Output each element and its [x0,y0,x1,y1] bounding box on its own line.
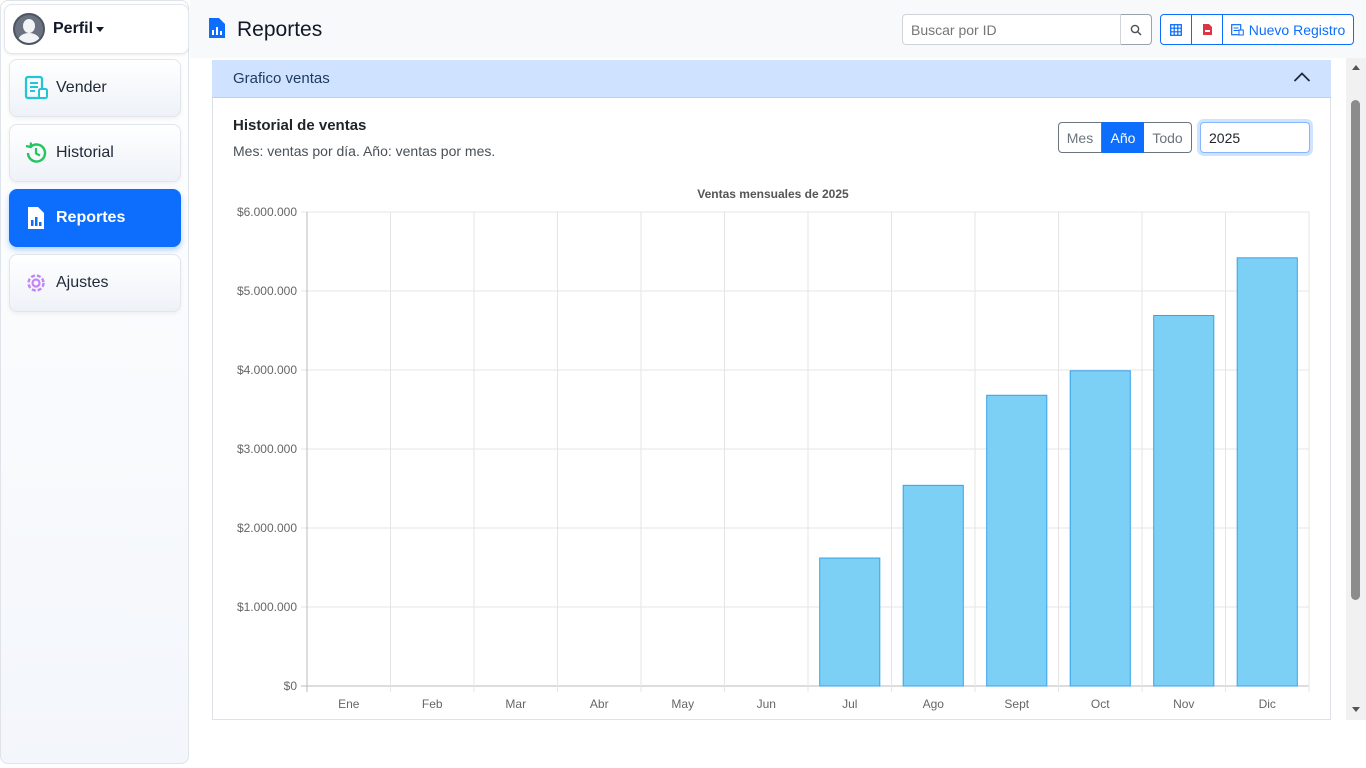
bar-sept [986,394,1048,687]
sidebar-item-label: Historial [56,144,114,161]
page-title: Reportes [237,18,323,41]
scroll-up-arrow-icon[interactable] [1352,65,1360,70]
bar-oct [1069,370,1131,687]
x-tick-label: Feb [422,697,443,711]
sidebar-item-vender[interactable]: Vender [9,59,181,117]
search-box [902,14,1152,45]
x-tick-label: Sept [1004,697,1029,711]
x-tick-label: Mar [505,697,526,711]
new-record-icon [1230,23,1244,35]
y-tick-label: $1.000.000 [237,600,297,614]
scroll-down-arrow-icon[interactable] [1352,707,1360,712]
x-tick-label: Oct [1091,697,1110,711]
profile-name: Perfil [53,20,94,37]
x-tick-label: May [671,697,694,711]
y-tick-label: $6.000.000 [237,205,297,219]
excel-export-button[interactable] [1160,14,1192,45]
period-toggle: Mes Año Todo [1058,122,1192,153]
search-icon [1130,24,1142,35]
profile-menu[interactable]: Perfil [4,4,189,54]
sidebar-item-historial[interactable]: Historial [9,124,181,182]
x-tick-label: Jul [842,697,857,711]
y-tick-label: $5.000.000 [237,284,297,298]
x-tick-label: Ene [338,697,360,711]
accordion-title: Grafico ventas [233,70,330,87]
report-file-icon [28,207,44,229]
y-tick-label: $2.000.000 [237,521,297,535]
sidebar-item-label: Vender [56,79,107,96]
sales-bar-chart: Ventas mensuales de 2025 $0 $1.000.000 $2.0… [237,187,1310,711]
scroll-thumb[interactable] [1351,100,1360,600]
table-grid-icon [1170,23,1182,36]
period-ano-button[interactable]: Año [1102,122,1144,153]
x-tick-label: Dic [1259,697,1276,711]
sidebar-item-reportes[interactable]: Reportes [9,189,181,247]
x-tick-label: Ago [923,697,945,711]
sidebar-item-label: Reportes [56,209,126,226]
period-todo-button[interactable]: Todo [1144,122,1192,153]
x-tick-label: Jun [757,697,776,711]
x-tick-label: Abr [590,697,609,711]
y-tick-label: $4.000.000 [237,363,297,377]
receipt-icon [24,75,48,100]
pdf-export-button[interactable] [1192,14,1223,45]
report-file-icon [209,18,225,38]
sidebar-item-ajustes[interactable]: Ajustes [9,254,181,312]
x-tick-label: Nov [1173,697,1194,711]
pdf-file-icon [1202,24,1212,35]
panel-subtitle: Mes: ventas por día. Año: ventas por mes… [233,143,496,159]
search-button[interactable] [1121,14,1152,45]
panel-title: Historial de ventas [233,117,367,134]
chevron-up-icon[interactable] [1293,71,1311,83]
scrollbar[interactable] [1346,58,1366,720]
y-tick-label: $3.000.000 [237,442,297,456]
header-actions: Nuevo Registro [1160,14,1354,45]
new-record-button[interactable]: Nuevo Registro [1223,14,1354,45]
bar-nov [1153,314,1215,687]
period-mes-button[interactable]: Mes [1058,122,1102,153]
gear-icon [27,274,45,292]
chart-title: Ventas mensuales de 2025 [697,187,849,201]
caret-down-icon [96,26,105,32]
bar-ago [902,484,964,687]
bar-jul [819,557,881,687]
new-record-label: Nuevo Registro [1248,21,1346,38]
avatar [13,13,45,45]
search-input[interactable] [902,14,1121,45]
top-header: Reportes Buscar por ID Nuevo Registro [190,0,1366,58]
sidebar-item-label: Ajustes [56,274,109,291]
y-tick-label: $0 [284,679,298,693]
history-icon [25,142,47,163]
accordion-header[interactable]: Grafico ventas [212,60,1331,98]
bar-dic [1236,257,1298,687]
year-input[interactable] [1200,122,1310,153]
